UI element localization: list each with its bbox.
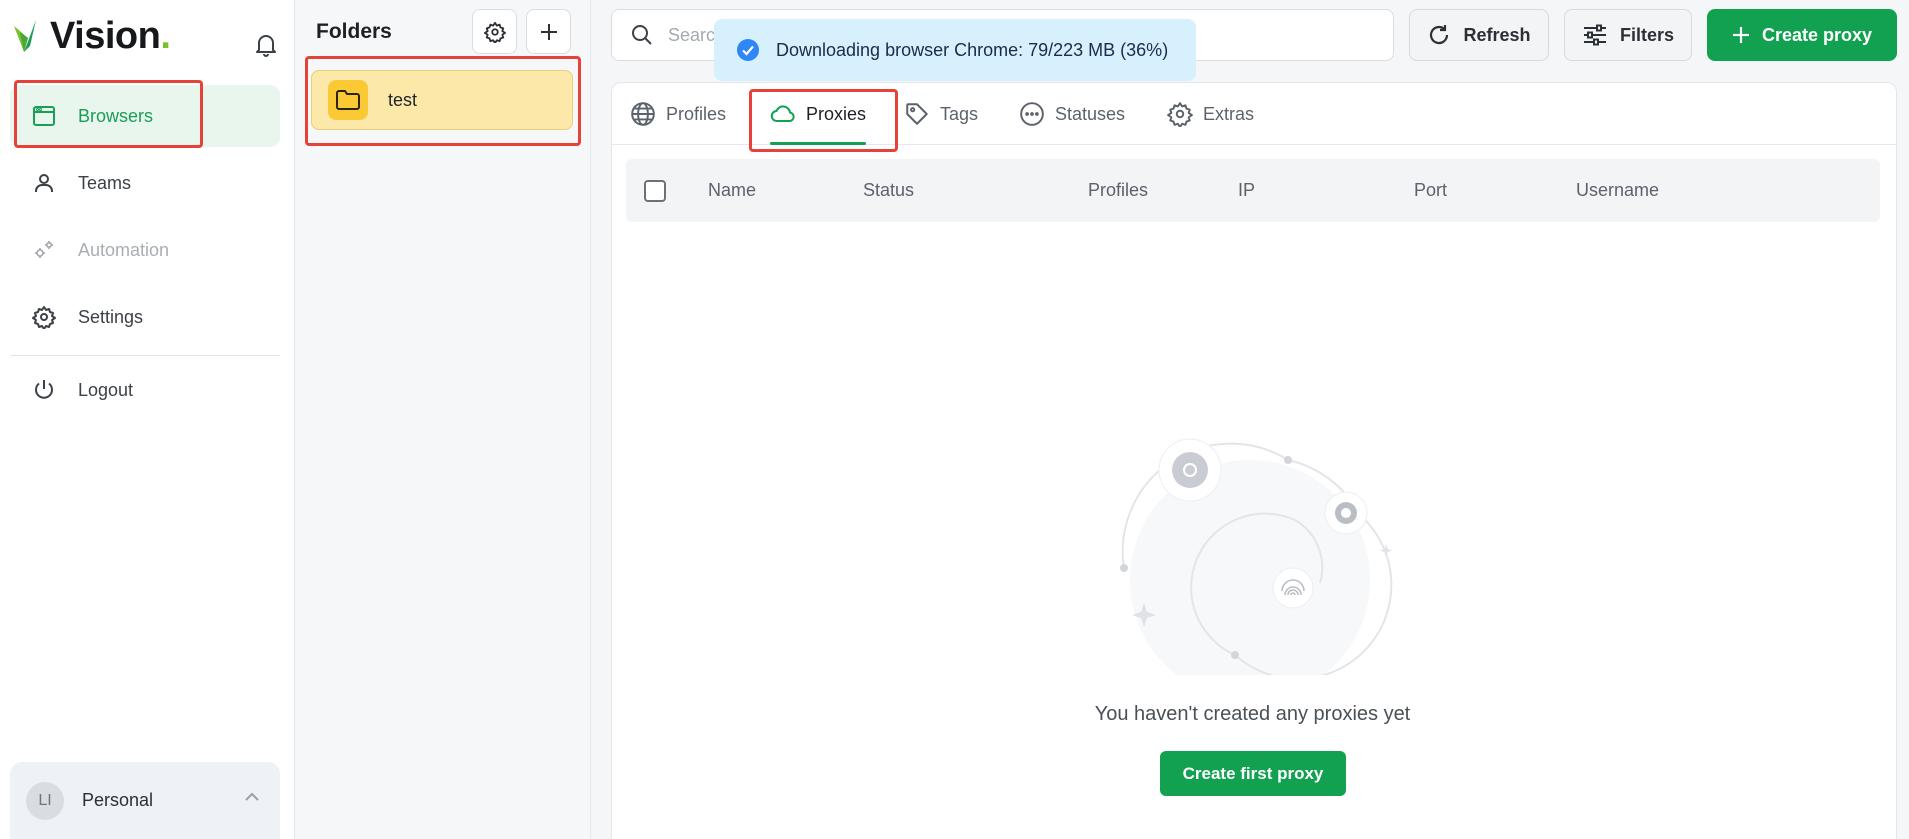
account-name: Personal bbox=[82, 790, 154, 810]
folders-panel: Folders test bbox=[296, 0, 591, 839]
sidebar-item-settings[interactable]: Settings bbox=[10, 286, 280, 348]
sidebar-item-browsers[interactable]: Browsers bbox=[10, 85, 280, 147]
tab-tags[interactable]: Tags bbox=[904, 83, 978, 145]
dots-circle-icon bbox=[1020, 102, 1044, 126]
toast-message: Downloading browser Chrome: 79/223 MB (3… bbox=[776, 39, 1169, 60]
download-toast: Downloading browser Chrome: 79/223 MB (3… bbox=[714, 19, 1196, 81]
tab-label: Profiles bbox=[666, 103, 727, 124]
check-circle-icon bbox=[737, 39, 759, 61]
create-proxy-label: Create proxy bbox=[1761, 24, 1873, 45]
person-icon bbox=[35, 174, 53, 192]
table-header: Name Status Profiles IP Port Username bbox=[626, 159, 1880, 222]
gears-icon bbox=[35, 241, 53, 258]
empty-state-message: You haven't created any proxies yet bbox=[1094, 703, 1411, 725]
create-proxy-button[interactable]: Create proxy bbox=[1707, 9, 1897, 61]
vision-leaf-icon bbox=[14, 20, 36, 52]
plus-icon bbox=[540, 23, 557, 40]
sidebar-divider bbox=[10, 355, 280, 356]
search-icon bbox=[632, 25, 652, 45]
sidebar-item-label: Settings bbox=[78, 306, 144, 327]
select-all-checkbox[interactable] bbox=[644, 180, 666, 202]
tab-label: Proxies bbox=[806, 103, 867, 124]
plus-icon bbox=[1732, 27, 1749, 43]
tab-statuses[interactable]: Statuses bbox=[1019, 83, 1125, 145]
refresh-icon bbox=[1430, 25, 1449, 45]
sliders-icon bbox=[1583, 24, 1606, 46]
notification-bell-icon[interactable] bbox=[255, 33, 277, 57]
create-first-proxy-button[interactable]: Create first proxy bbox=[1160, 751, 1346, 796]
folder-name: test bbox=[388, 89, 418, 110]
column-header-port[interactable]: Port bbox=[1414, 159, 1447, 222]
column-header-status[interactable]: Status bbox=[863, 159, 914, 222]
filters-button[interactable]: Filters bbox=[1564, 9, 1692, 61]
power-icon bbox=[35, 380, 53, 399]
column-header-username[interactable]: Username bbox=[1576, 159, 1659, 222]
tab-label: Tags bbox=[940, 103, 979, 124]
logo[interactable]: Vision. bbox=[10, 14, 171, 58]
refresh-button[interactable]: Refresh bbox=[1409, 9, 1549, 61]
globe-icon bbox=[631, 102, 655, 126]
folders-title: Folders bbox=[316, 20, 392, 43]
gear-icon bbox=[32, 306, 56, 329]
browser-window-icon bbox=[33, 106, 55, 126]
tab-label: Extras bbox=[1203, 103, 1255, 124]
tag-icon bbox=[906, 103, 928, 125]
sidebar-item-automation[interactable]: Automation bbox=[10, 219, 280, 281]
tab-extras[interactable]: Extras bbox=[1167, 83, 1254, 145]
filters-label: Filters bbox=[1619, 24, 1675, 45]
sidebar-item-teams[interactable]: Teams bbox=[10, 152, 280, 214]
folder-settings-button[interactable] bbox=[472, 9, 517, 54]
tab-proxies[interactable]: Proxies bbox=[770, 83, 867, 145]
sidebar-item-label: Teams bbox=[78, 172, 132, 193]
sidebar: Vision. Browsers Teams Automation Settin… bbox=[0, 0, 295, 839]
chevron-up-icon bbox=[245, 792, 259, 801]
account-switcher[interactable]: LI Personal bbox=[10, 762, 280, 839]
cloud-icon bbox=[770, 105, 795, 122]
tab-label: Statuses bbox=[1055, 103, 1126, 124]
refresh-label: Refresh bbox=[1463, 24, 1531, 45]
column-header-profiles[interactable]: Profiles bbox=[1088, 159, 1148, 222]
sidebar-item-label: Automation bbox=[78, 239, 170, 260]
sidebar-item-label: Browsers bbox=[78, 105, 154, 126]
avatar: LI bbox=[26, 781, 64, 820]
folder-item-test[interactable]: test bbox=[311, 70, 573, 130]
logo-text: Vision. bbox=[50, 14, 171, 57]
gear-icon bbox=[483, 21, 506, 43]
column-header-name[interactable]: Name bbox=[708, 159, 756, 222]
add-folder-button[interactable] bbox=[526, 9, 571, 54]
column-header-ip[interactable]: IP bbox=[1238, 159, 1255, 222]
gear-icon bbox=[1167, 102, 1193, 127]
sidebar-item-label: Logout bbox=[78, 379, 134, 400]
folder-icon bbox=[328, 80, 368, 120]
sidebar-item-logout[interactable]: Logout bbox=[10, 359, 280, 421]
tab-profiles[interactable]: Profiles bbox=[630, 83, 726, 145]
empty-state-illustration bbox=[1110, 435, 1410, 675]
tab-bar: Profiles Proxies Tags Statuses Extras bbox=[612, 83, 1896, 145]
